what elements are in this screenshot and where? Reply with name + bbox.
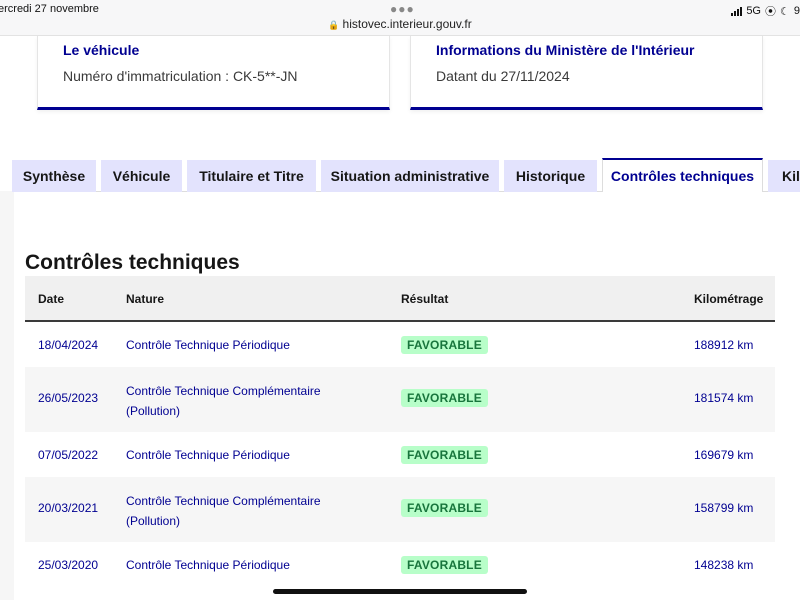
row-nature: Contrôle Technique Périodique bbox=[126, 558, 290, 572]
moon-icon: ☾ bbox=[780, 5, 790, 18]
table-row: 25/03/2020 Contrôle Technique Périodique… bbox=[25, 542, 775, 587]
result-badge: FAVORABLE bbox=[401, 556, 488, 574]
result-badge: FAVORABLE bbox=[401, 389, 488, 407]
status-extra: 9 bbox=[793, 5, 800, 17]
header-km: Kilométrage bbox=[694, 292, 764, 306]
row-nature: Contrôle Technique Complémentaire (Pollu… bbox=[126, 494, 321, 528]
result-cell: FAVORABLE bbox=[401, 499, 488, 517]
panel-edge bbox=[0, 191, 14, 600]
signal-icon bbox=[731, 6, 743, 16]
network-label: 5G bbox=[746, 5, 761, 17]
ministry-card-title: Informations du Ministère de l'Intérieur bbox=[436, 42, 695, 58]
result-cell: FAVORABLE bbox=[401, 336, 488, 354]
registration-number: Numéro d'immatriculation : CK-5**-JN bbox=[63, 68, 298, 84]
tab-controles-techniques[interactable]: Contrôles techniques bbox=[602, 158, 763, 192]
row-nature: Contrôle Technique Complémentaire (Pollu… bbox=[126, 384, 321, 418]
lock-icon: 🔒 bbox=[328, 20, 340, 30]
status-bar: ercredi 27 novembre ●●● 🔒 histovec.interi… bbox=[0, 0, 800, 36]
row-km: 148238 km bbox=[694, 558, 754, 572]
result-badge: FAVORABLE bbox=[401, 446, 488, 464]
result-badge: FAVORABLE bbox=[401, 336, 488, 354]
address-url: histovec.interieur.gouv.fr bbox=[342, 17, 472, 31]
result-cell: FAVORABLE bbox=[401, 446, 488, 464]
row-date: 26/05/2023 bbox=[38, 391, 99, 405]
tab-vehicule[interactable]: Véhicule bbox=[101, 160, 182, 192]
row-date: 07/05/2022 bbox=[38, 448, 99, 462]
data-date: Datant du 27/11/2024 bbox=[436, 68, 570, 84]
inspections-table: Date Nature Résultat Kilométrage 18/04/2… bbox=[25, 276, 775, 587]
row-km: 181574 km bbox=[694, 391, 754, 405]
status-indicators: 5G ⦿ ☾ 9 bbox=[731, 3, 800, 19]
table-row: 26/05/2023 Contrôle Technique Complément… bbox=[25, 367, 775, 432]
ministry-card: Informations du Ministère de l'Intérieur… bbox=[410, 36, 763, 110]
status-date: ercredi 27 novembre bbox=[0, 3, 99, 15]
address-bar[interactable]: 🔒 histovec.interieur.gouv.fr bbox=[0, 17, 800, 31]
row-km: 169679 km bbox=[694, 448, 754, 462]
tab-list: Synthèse Véhicule Titulaire et Titre Sit… bbox=[0, 158, 800, 192]
tab-historique[interactable]: Historique bbox=[504, 160, 597, 192]
vehicle-card-title: Le véhicule bbox=[63, 42, 140, 58]
more-dots-icon[interactable]: ●●● bbox=[390, 2, 415, 16]
vehicle-card: Le véhicule Numéro d'immatriculation : C… bbox=[37, 36, 390, 110]
tab-synthese[interactable]: Synthèse bbox=[12, 160, 96, 192]
section-title: Contrôles techniques bbox=[25, 251, 240, 274]
table-row: 07/05/2022 Contrôle Technique Périodique… bbox=[25, 432, 775, 477]
row-date: 25/03/2020 bbox=[38, 558, 99, 572]
location-icon: ⦿ bbox=[765, 6, 776, 18]
row-date: 20/03/2021 bbox=[38, 501, 99, 515]
table-header: Date Nature Résultat Kilométrage bbox=[25, 276, 775, 322]
home-indicator[interactable] bbox=[273, 589, 527, 594]
table-row: 20/03/2021 Contrôle Technique Complément… bbox=[25, 477, 775, 542]
row-km: 158799 km bbox=[694, 501, 754, 515]
row-date: 18/04/2024 bbox=[38, 338, 99, 352]
header-nature: Nature bbox=[126, 292, 165, 306]
header-date: Date bbox=[38, 292, 65, 306]
tab-kilometrage[interactable]: Kil bbox=[768, 160, 800, 192]
result-cell: FAVORABLE bbox=[401, 389, 488, 407]
result-badge: FAVORABLE bbox=[401, 499, 488, 517]
table-row: 18/04/2024 Contrôle Technique Périodique… bbox=[25, 322, 775, 367]
row-nature: Contrôle Technique Périodique bbox=[126, 448, 290, 462]
header-result: Résultat bbox=[401, 292, 449, 306]
result-cell: FAVORABLE bbox=[401, 556, 488, 574]
tab-situation-administrative[interactable]: Situation administrative bbox=[321, 160, 499, 192]
row-km: 188912 km bbox=[694, 338, 754, 352]
tab-titulaire-titre[interactable]: Titulaire et Titre bbox=[187, 160, 316, 192]
row-nature: Contrôle Technique Périodique bbox=[126, 338, 290, 352]
